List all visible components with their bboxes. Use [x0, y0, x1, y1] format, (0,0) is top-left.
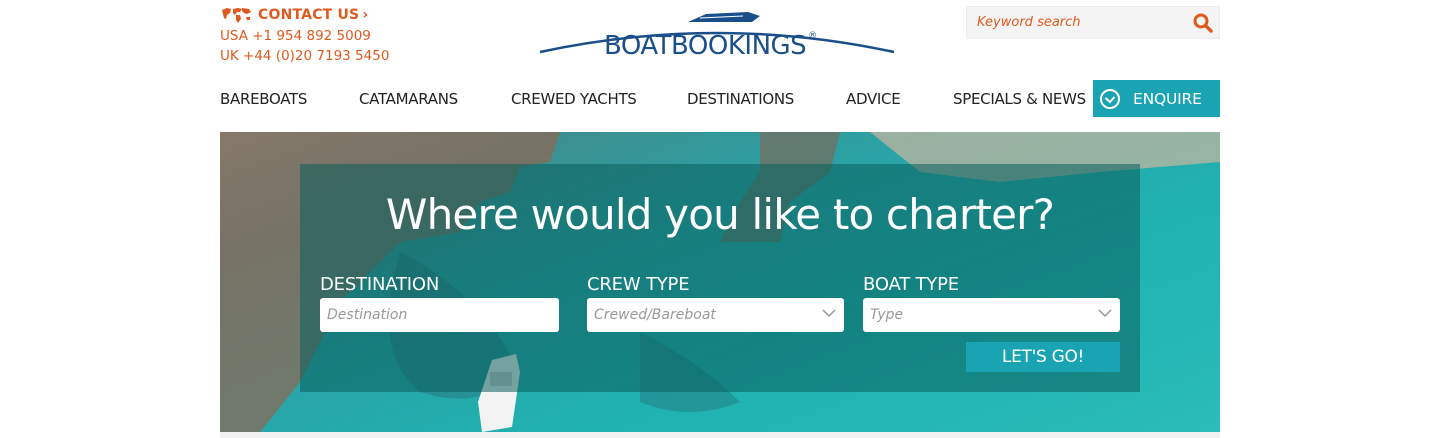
nav-advice[interactable]: ADVICE: [846, 90, 901, 108]
world-map-icon: [220, 6, 252, 24]
crew-type-select[interactable]: Crewed/Bareboat: [587, 298, 844, 332]
phone-uk[interactable]: UK +44 (0)20 7193 5450: [220, 46, 389, 66]
search-input[interactable]: [967, 7, 1187, 38]
destination-placeholder: Destination: [327, 307, 408, 323]
crew-type-placeholder: Crewed/Bareboat: [594, 307, 716, 323]
chevron-down-icon: [1098, 309, 1112, 318]
nav-specials-news[interactable]: SPECIALS & NEWS: [953, 90, 1086, 108]
divider: [220, 432, 1220, 438]
check-circle-icon: [1100, 88, 1120, 109]
search-panel: Where would you like to charter? DESTINA…: [300, 164, 1140, 392]
contact-link-row[interactable]: CONTACT US ›: [220, 6, 389, 24]
search-icon: [1193, 13, 1213, 33]
contact-us-link[interactable]: CONTACT US: [258, 7, 359, 23]
nav-catamarans[interactable]: CATAMARANS: [359, 90, 458, 108]
boat-type-label: BOAT TYPE: [863, 274, 959, 295]
main-nav: BAREBOATS CATAMARANS CREWED YACHTS DESTI…: [220, 80, 1220, 117]
boat-type-placeholder: Type: [870, 307, 904, 323]
search-button[interactable]: [1187, 7, 1219, 38]
nav-destinations[interactable]: DESTINATIONS: [687, 90, 794, 108]
chevron-right-icon: ›: [362, 7, 369, 23]
enquire-label: ENQUIRE: [1133, 89, 1202, 108]
crew-type-label: CREW TYPE: [587, 274, 690, 295]
nav-bareboats[interactable]: BAREBOATS: [220, 90, 307, 108]
keyword-search: [966, 6, 1220, 39]
enquire-button[interactable]: ENQUIRE: [1093, 80, 1220, 117]
boat-type-select[interactable]: Type: [863, 298, 1120, 332]
phone-usa[interactable]: USA +1 954 892 5009: [220, 26, 389, 46]
chevron-down-icon: [822, 309, 836, 318]
hero-headline: Where would you like to charter?: [385, 190, 1055, 239]
destination-label: DESTINATION: [320, 274, 440, 295]
logo-text: BOATBOOKINGS ®: [604, 31, 817, 61]
lets-go-button[interactable]: LET'S GO!: [966, 342, 1120, 372]
site-logo[interactable]: BOATBOOKINGS ®: [538, 6, 898, 64]
hero-banner: Where would you like to charter? DESTINA…: [220, 132, 1220, 432]
contact-block: CONTACT US › USA +1 954 892 5009 UK +44 …: [220, 6, 389, 66]
destination-input[interactable]: Destination: [320, 298, 559, 332]
nav-crewed-yachts[interactable]: CREWED YACHTS: [511, 90, 637, 108]
